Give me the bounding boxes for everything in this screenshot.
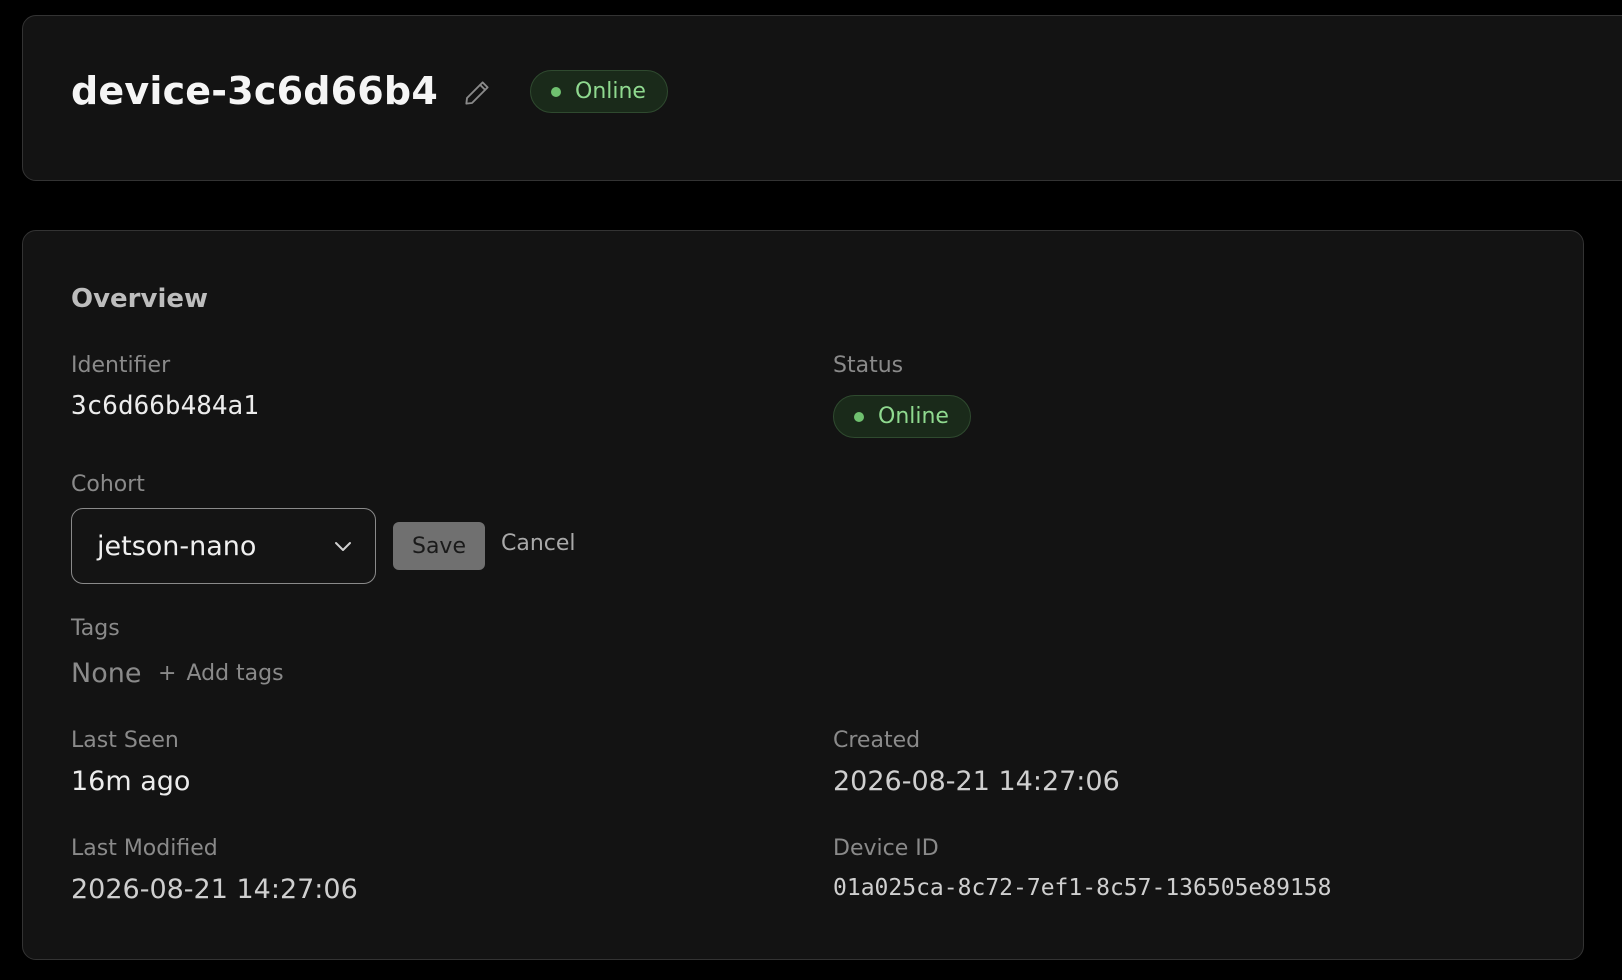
device-title: device-3c6d66b4 bbox=[71, 69, 438, 113]
device-id-label: Device ID bbox=[833, 836, 939, 861]
overview-card: Overview Identifier 3c6d66b484a1 Status … bbox=[22, 230, 1584, 960]
edit-name-button[interactable] bbox=[457, 73, 497, 113]
last-seen-value: 16m ago bbox=[71, 766, 191, 797]
device-header-card: device-3c6d66b4 Online bbox=[22, 15, 1622, 181]
device-id-value: 01a025ca-8c72-7ef1-8c57-136505e89158 bbox=[833, 875, 1332, 901]
tags-empty-value: None bbox=[71, 658, 142, 689]
status-dot-icon bbox=[854, 411, 864, 422]
cohort-select[interactable]: jetson-nano bbox=[71, 508, 376, 584]
pencil-icon bbox=[465, 81, 489, 105]
created-label: Created bbox=[833, 728, 921, 753]
last-modified-label: Last Modified bbox=[71, 836, 218, 861]
add-tags-label: Add tags bbox=[186, 661, 284, 686]
status-badge: Online bbox=[530, 70, 668, 113]
status-dot-icon bbox=[551, 86, 561, 97]
status-badge: Online bbox=[833, 395, 971, 438]
plus-icon: + bbox=[158, 661, 177, 686]
status-badge-label: Online bbox=[575, 79, 646, 104]
last-seen-label: Last Seen bbox=[71, 728, 179, 753]
tags-label: Tags bbox=[71, 616, 120, 641]
section-title: Overview bbox=[71, 284, 209, 314]
save-button[interactable]: Save bbox=[393, 522, 485, 570]
cohort-label: Cohort bbox=[71, 472, 145, 497]
cancel-button[interactable]: Cancel bbox=[501, 529, 576, 559]
status-label: Status bbox=[833, 353, 904, 378]
last-modified-value: 2026-08-21 14:27:06 bbox=[71, 874, 358, 905]
identifier-label: Identifier bbox=[71, 353, 171, 378]
cohort-select-value: jetson-nano bbox=[97, 530, 257, 562]
created-value: 2026-08-21 14:27:06 bbox=[833, 766, 1120, 797]
identifier-value: 3c6d66b484a1 bbox=[71, 391, 259, 421]
add-tags-button[interactable]: + Add tags bbox=[158, 659, 284, 689]
chevron-down-icon bbox=[335, 542, 351, 551]
status-badge-label: Online bbox=[878, 404, 949, 429]
